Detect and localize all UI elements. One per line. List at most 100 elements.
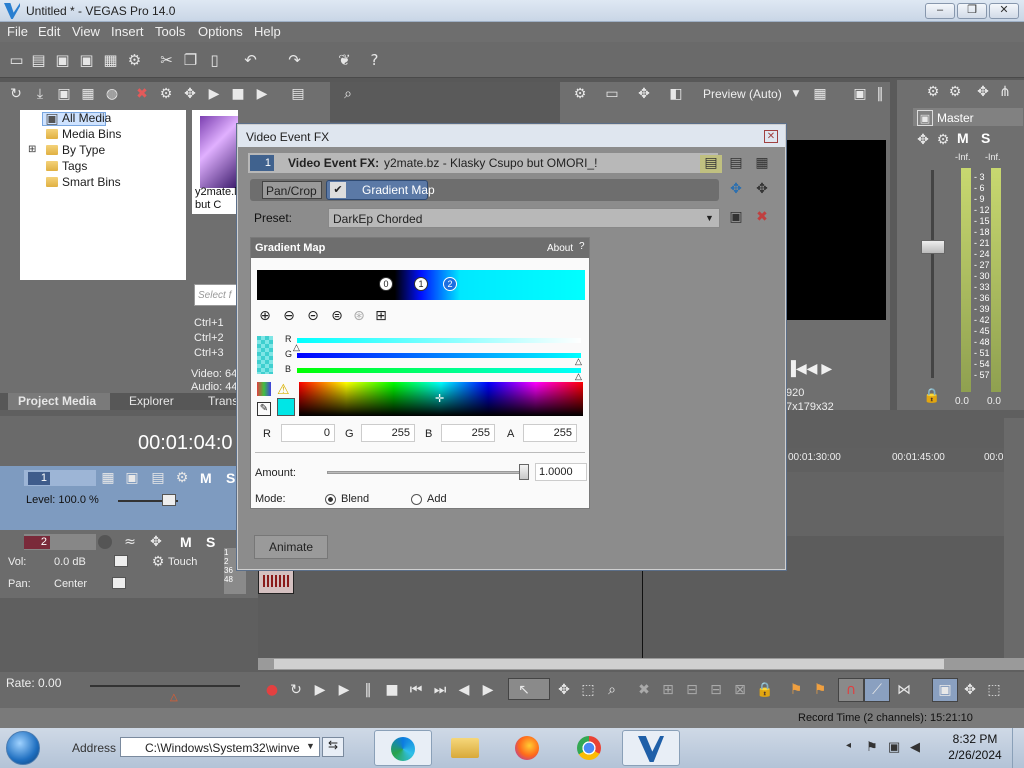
solo-button[interactable]: S bbox=[981, 130, 990, 146]
compositing-icon[interactable]: ▤ bbox=[150, 470, 166, 486]
preview-transport-icon[interactable]: ▐◀◀ ▶ bbox=[786, 360, 832, 377]
overlays-icon[interactable]: ◧ bbox=[668, 86, 684, 102]
maximize-button[interactable]: ❐ bbox=[957, 3, 987, 19]
paste-icon[interactable]: ▯ bbox=[206, 52, 223, 69]
master-fader[interactable] bbox=[921, 240, 945, 254]
gradient-bar[interactable]: 0 1 2 bbox=[257, 270, 585, 300]
level-slider-thumb[interactable] bbox=[162, 494, 176, 506]
mode-blend-radio[interactable] bbox=[325, 494, 336, 505]
chevron-down-icon[interactable]: ▼ bbox=[306, 741, 315, 751]
search-icon[interactable]: ⌕ bbox=[340, 86, 356, 102]
tab-explorer[interactable]: Explorer bbox=[129, 394, 174, 410]
stop-icon[interactable]: ■ bbox=[230, 86, 246, 102]
dim-icon[interactable]: ⋔ bbox=[997, 84, 1013, 100]
slider-marker-icon[interactable]: △ bbox=[575, 356, 582, 367]
lock-event-icon[interactable]: 🔒 bbox=[756, 682, 773, 698]
alpha-swatch[interactable] bbox=[257, 336, 273, 374]
downmix-icon[interactable]: ✥ bbox=[975, 84, 991, 100]
views-icon[interactable]: ▤ bbox=[290, 86, 306, 102]
animate-button[interactable]: Animate bbox=[254, 535, 328, 559]
track1-mute[interactable]: M bbox=[200, 470, 212, 486]
fx-search-input[interactable]: Select f bbox=[194, 284, 238, 306]
arm-record-icon[interactable] bbox=[98, 535, 112, 549]
chain-pan-crop[interactable]: Pan/Crop bbox=[262, 181, 322, 199]
start-button[interactable] bbox=[6, 731, 40, 765]
prev-frame-icon[interactable]: ◀ bbox=[456, 682, 472, 698]
remove-plugin-icon[interactable]: ✥ bbox=[754, 181, 770, 197]
selection-tool-icon[interactable]: ⬚ bbox=[580, 682, 596, 698]
center-icon[interactable]: ⊞ bbox=[373, 308, 389, 324]
video-track-header[interactable]: 1 ▦ ▣ ▤ ⚙ M S Level: 100.0 % bbox=[0, 466, 258, 530]
g-input[interactable]: 255 bbox=[361, 424, 415, 442]
green-slider[interactable] bbox=[297, 353, 581, 358]
clock-date[interactable]: 2/26/2024 bbox=[944, 748, 1006, 762]
help-button[interactable]: ? bbox=[579, 241, 585, 252]
menu-edit[interactable]: Edit bbox=[38, 24, 60, 39]
play-icon[interactable]: ▶ bbox=[206, 86, 222, 102]
bus-pan-icon[interactable]: ✥ bbox=[915, 132, 931, 148]
pan-slider-thumb[interactable] bbox=[112, 577, 126, 589]
b-input[interactable]: 255 bbox=[441, 424, 495, 442]
split-screen-icon[interactable]: ✥ bbox=[636, 86, 652, 102]
media-fx-icon[interactable]: ⚙ bbox=[158, 86, 174, 102]
loop-icon[interactable]: ↻ bbox=[288, 682, 304, 698]
distribute-icon[interactable]: ⊛ bbox=[351, 308, 367, 324]
vol-slider-thumb[interactable] bbox=[114, 555, 128, 567]
tree-item-by-type[interactable]: By Type bbox=[62, 143, 105, 157]
cut-icon[interactable]: ✂ bbox=[158, 52, 175, 69]
save-preset-icon[interactable]: ▣ bbox=[728, 209, 744, 225]
mode-add-radio[interactable] bbox=[411, 494, 422, 505]
eyedropper-icon[interactable]: ✎ bbox=[257, 402, 271, 416]
track-invert-icon[interactable]: ≈ bbox=[122, 534, 138, 550]
menu-help[interactable]: Help bbox=[254, 24, 281, 39]
a-input[interactable]: 255 bbox=[523, 424, 577, 442]
mute-button[interactable]: M bbox=[957, 130, 969, 146]
trim-end-icon[interactable]: ⊟ bbox=[708, 682, 724, 698]
taskbar-explorer[interactable] bbox=[436, 730, 494, 766]
generators-icon[interactable]: ✥ bbox=[182, 86, 198, 102]
region-icon[interactable]: ⚑ bbox=[812, 682, 828, 698]
horizontal-scrollbar[interactable] bbox=[258, 658, 1024, 670]
new-icon[interactable]: ▭ bbox=[8, 52, 25, 69]
track2-solo[interactable]: S bbox=[206, 534, 215, 550]
expand-icon[interactable]: ⊞ bbox=[28, 144, 36, 155]
marker-icon[interactable]: ⚑ bbox=[788, 682, 804, 698]
slider-marker-icon[interactable]: △ bbox=[575, 371, 582, 382]
rate-slider[interactable] bbox=[90, 685, 240, 687]
tree-item-media-bins[interactable]: Media Bins bbox=[62, 127, 121, 141]
play-from-start-icon[interactable]: ▶ bbox=[312, 682, 328, 698]
open-icon[interactable]: ▤ bbox=[30, 52, 47, 69]
track-pan-icon[interactable]: ✥ bbox=[148, 534, 164, 550]
show-desktop-button[interactable] bbox=[1012, 728, 1024, 768]
preview-quality-dropdown[interactable]: Preview (Auto) bbox=[703, 87, 782, 101]
track1-solo[interactable]: S bbox=[226, 470, 235, 486]
color-mode-icon[interactable] bbox=[257, 382, 271, 396]
mixer-properties-icon[interactable]: ⚙ bbox=[925, 84, 941, 100]
menu-options[interactable]: Options bbox=[198, 24, 243, 39]
preset-dropdown[interactable]: DarkEp Chorded ▼ bbox=[328, 208, 720, 228]
tree-item-tags[interactable]: Tags bbox=[62, 159, 87, 173]
device-icon[interactable]: ▭ bbox=[604, 86, 620, 102]
address-input[interactable]: C:\Windows\System32\winve bbox=[120, 737, 320, 757]
lock-envelopes-icon[interactable]: ✥ bbox=[962, 682, 978, 698]
track-gear-icon[interactable]: ⚙ bbox=[174, 470, 190, 486]
taskbar-firefox[interactable] bbox=[498, 730, 556, 766]
preview-properties-icon[interactable]: ⚙ bbox=[572, 86, 588, 102]
gradient-stop-1[interactable]: 1 bbox=[414, 277, 428, 291]
properties-icon[interactable]: ⚙ bbox=[126, 52, 143, 69]
track-motion-icon[interactable]: ▦ bbox=[100, 470, 116, 486]
menu-tools[interactable]: Tools bbox=[155, 24, 185, 39]
stop-icon[interactable]: ■ bbox=[384, 682, 400, 698]
go-to-end-icon[interactable]: ⏭ bbox=[432, 682, 448, 698]
red-slider[interactable] bbox=[297, 338, 581, 343]
scroll-thumb[interactable] bbox=[274, 659, 944, 669]
tab-transitions[interactable]: Transi bbox=[208, 394, 241, 410]
record-icon[interactable]: ● bbox=[264, 682, 280, 698]
checkbox-icon[interactable]: ✔ bbox=[330, 182, 346, 198]
network-icon[interactable]: ▣ bbox=[888, 739, 900, 755]
menu-insert[interactable]: Insert bbox=[111, 24, 144, 39]
remove-stop-icon[interactable]: ⊖ bbox=[281, 308, 297, 324]
list-view-icon[interactable]: ▤ bbox=[728, 155, 744, 171]
volume-icon[interactable]: ◀ bbox=[910, 739, 920, 755]
split-icon[interactable]: ⊠ bbox=[732, 682, 748, 698]
